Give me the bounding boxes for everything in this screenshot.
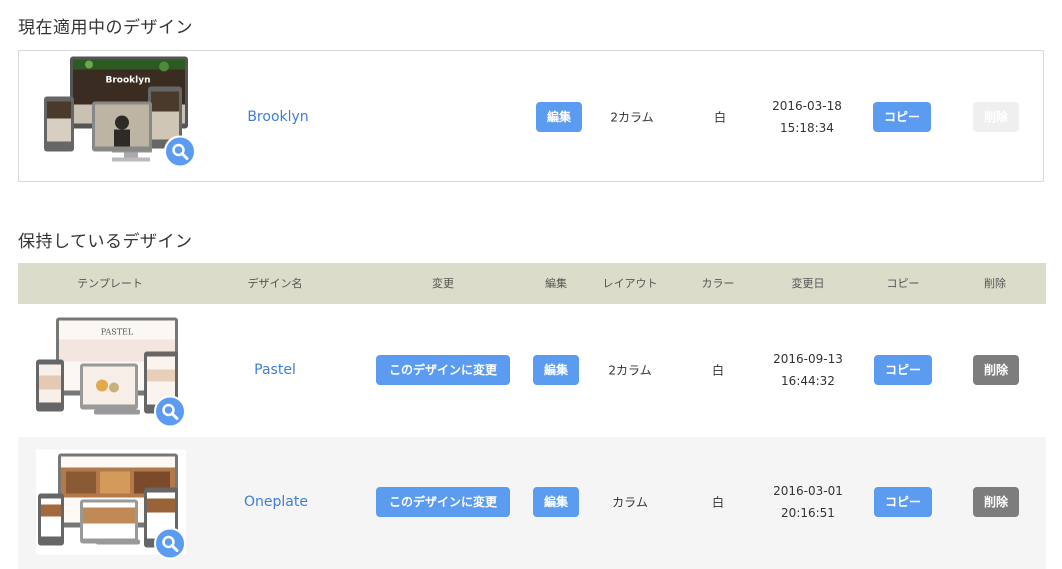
edit-button[interactable]: 編集 <box>533 487 579 517</box>
table-row: PASTEL Pastel このデザインに変更 編集 2カラム 白 2016-0… <box>18 305 1046 437</box>
apply-design-button[interactable]: このデザインに変更 <box>376 355 510 385</box>
thumbnail-title-text: Brooklyn <box>105 76 150 86</box>
owned-designs-title: 保持しているデザイン <box>18 232 193 252</box>
table-row: Oneplate このデザインに変更 編集 カラム 白 2016-03-01 2… <box>18 437 1046 569</box>
color-value: 白 <box>713 110 727 125</box>
current-design-title: 現在適用中のデザイン <box>18 18 193 38</box>
color-value: 白 <box>711 495 725 510</box>
modified-date-time: 20:16:51 <box>781 506 835 520</box>
search-icon <box>172 143 189 160</box>
design-name-link[interactable]: Pastel <box>254 362 296 378</box>
delete-button-disabled: 削除 <box>973 102 1019 132</box>
apply-design-button[interactable]: このデザインに変更 <box>376 487 510 517</box>
copy-button[interactable]: コピー <box>874 487 932 517</box>
copy-button[interactable]: コピー <box>873 102 931 132</box>
template-thumbnail-brooklyn[interactable]: Brooklyn <box>44 56 196 168</box>
modified-date-time: 15:18:34 <box>780 121 834 135</box>
thumbnail-title-text: PASTEL <box>101 328 134 337</box>
header-change: 変更 <box>432 277 454 290</box>
modified-date-day: 2016-09-13 <box>773 352 843 366</box>
layout-value: カラム <box>612 495 648 510</box>
template-thumbnail-pastel[interactable]: PASTEL <box>36 317 186 428</box>
header-copy: コピー <box>886 277 920 290</box>
modified-date: 2016-03-01 20:16:51 <box>773 480 843 524</box>
layout-value: 2カラム <box>610 110 654 125</box>
modified-date-time: 16:44:32 <box>781 374 835 388</box>
delete-button[interactable]: 削除 <box>973 355 1019 385</box>
copy-button[interactable]: コピー <box>874 355 932 385</box>
preview-zoom-button[interactable] <box>164 135 196 168</box>
edit-button[interactable]: 編集 <box>533 355 579 385</box>
header-design-name: デザイン名 <box>247 277 303 290</box>
edit-button[interactable]: 編集 <box>536 102 582 132</box>
delete-button[interactable]: 削除 <box>973 487 1019 517</box>
header-edit: 編集 <box>545 277 567 290</box>
design-name-link[interactable]: Oneplate <box>244 494 308 510</box>
template-thumbnail-oneplate[interactable] <box>36 449 186 560</box>
table-header: テンプレート デザイン名 変更 編集 レイアウト カラー 変更日 コピー 削除 <box>18 263 1046 304</box>
current-design-row: Brooklyn Brooklyn 編集 2カラム 白 2016-03-18 1… <box>18 50 1044 182</box>
design-name-link[interactable]: Brooklyn <box>247 109 308 125</box>
modified-date-day: 2016-03-18 <box>772 99 842 113</box>
preview-zoom-button[interactable] <box>154 395 186 428</box>
color-value: 白 <box>711 363 725 378</box>
preview-zoom-button[interactable] <box>154 527 186 560</box>
header-modified: 変更日 <box>791 277 825 290</box>
header-delete: 削除 <box>984 277 1006 290</box>
header-layout: レイアウト <box>602 277 658 290</box>
modified-date: 2016-09-13 16:44:32 <box>773 348 843 392</box>
search-icon <box>162 403 179 420</box>
header-template: テンプレート <box>77 277 143 290</box>
layout-value: 2カラム <box>608 363 652 378</box>
modified-date-day: 2016-03-01 <box>773 484 843 498</box>
header-color: カラー <box>701 277 735 290</box>
modified-date: 2016-03-18 15:18:34 <box>772 95 842 139</box>
search-icon <box>162 535 179 552</box>
